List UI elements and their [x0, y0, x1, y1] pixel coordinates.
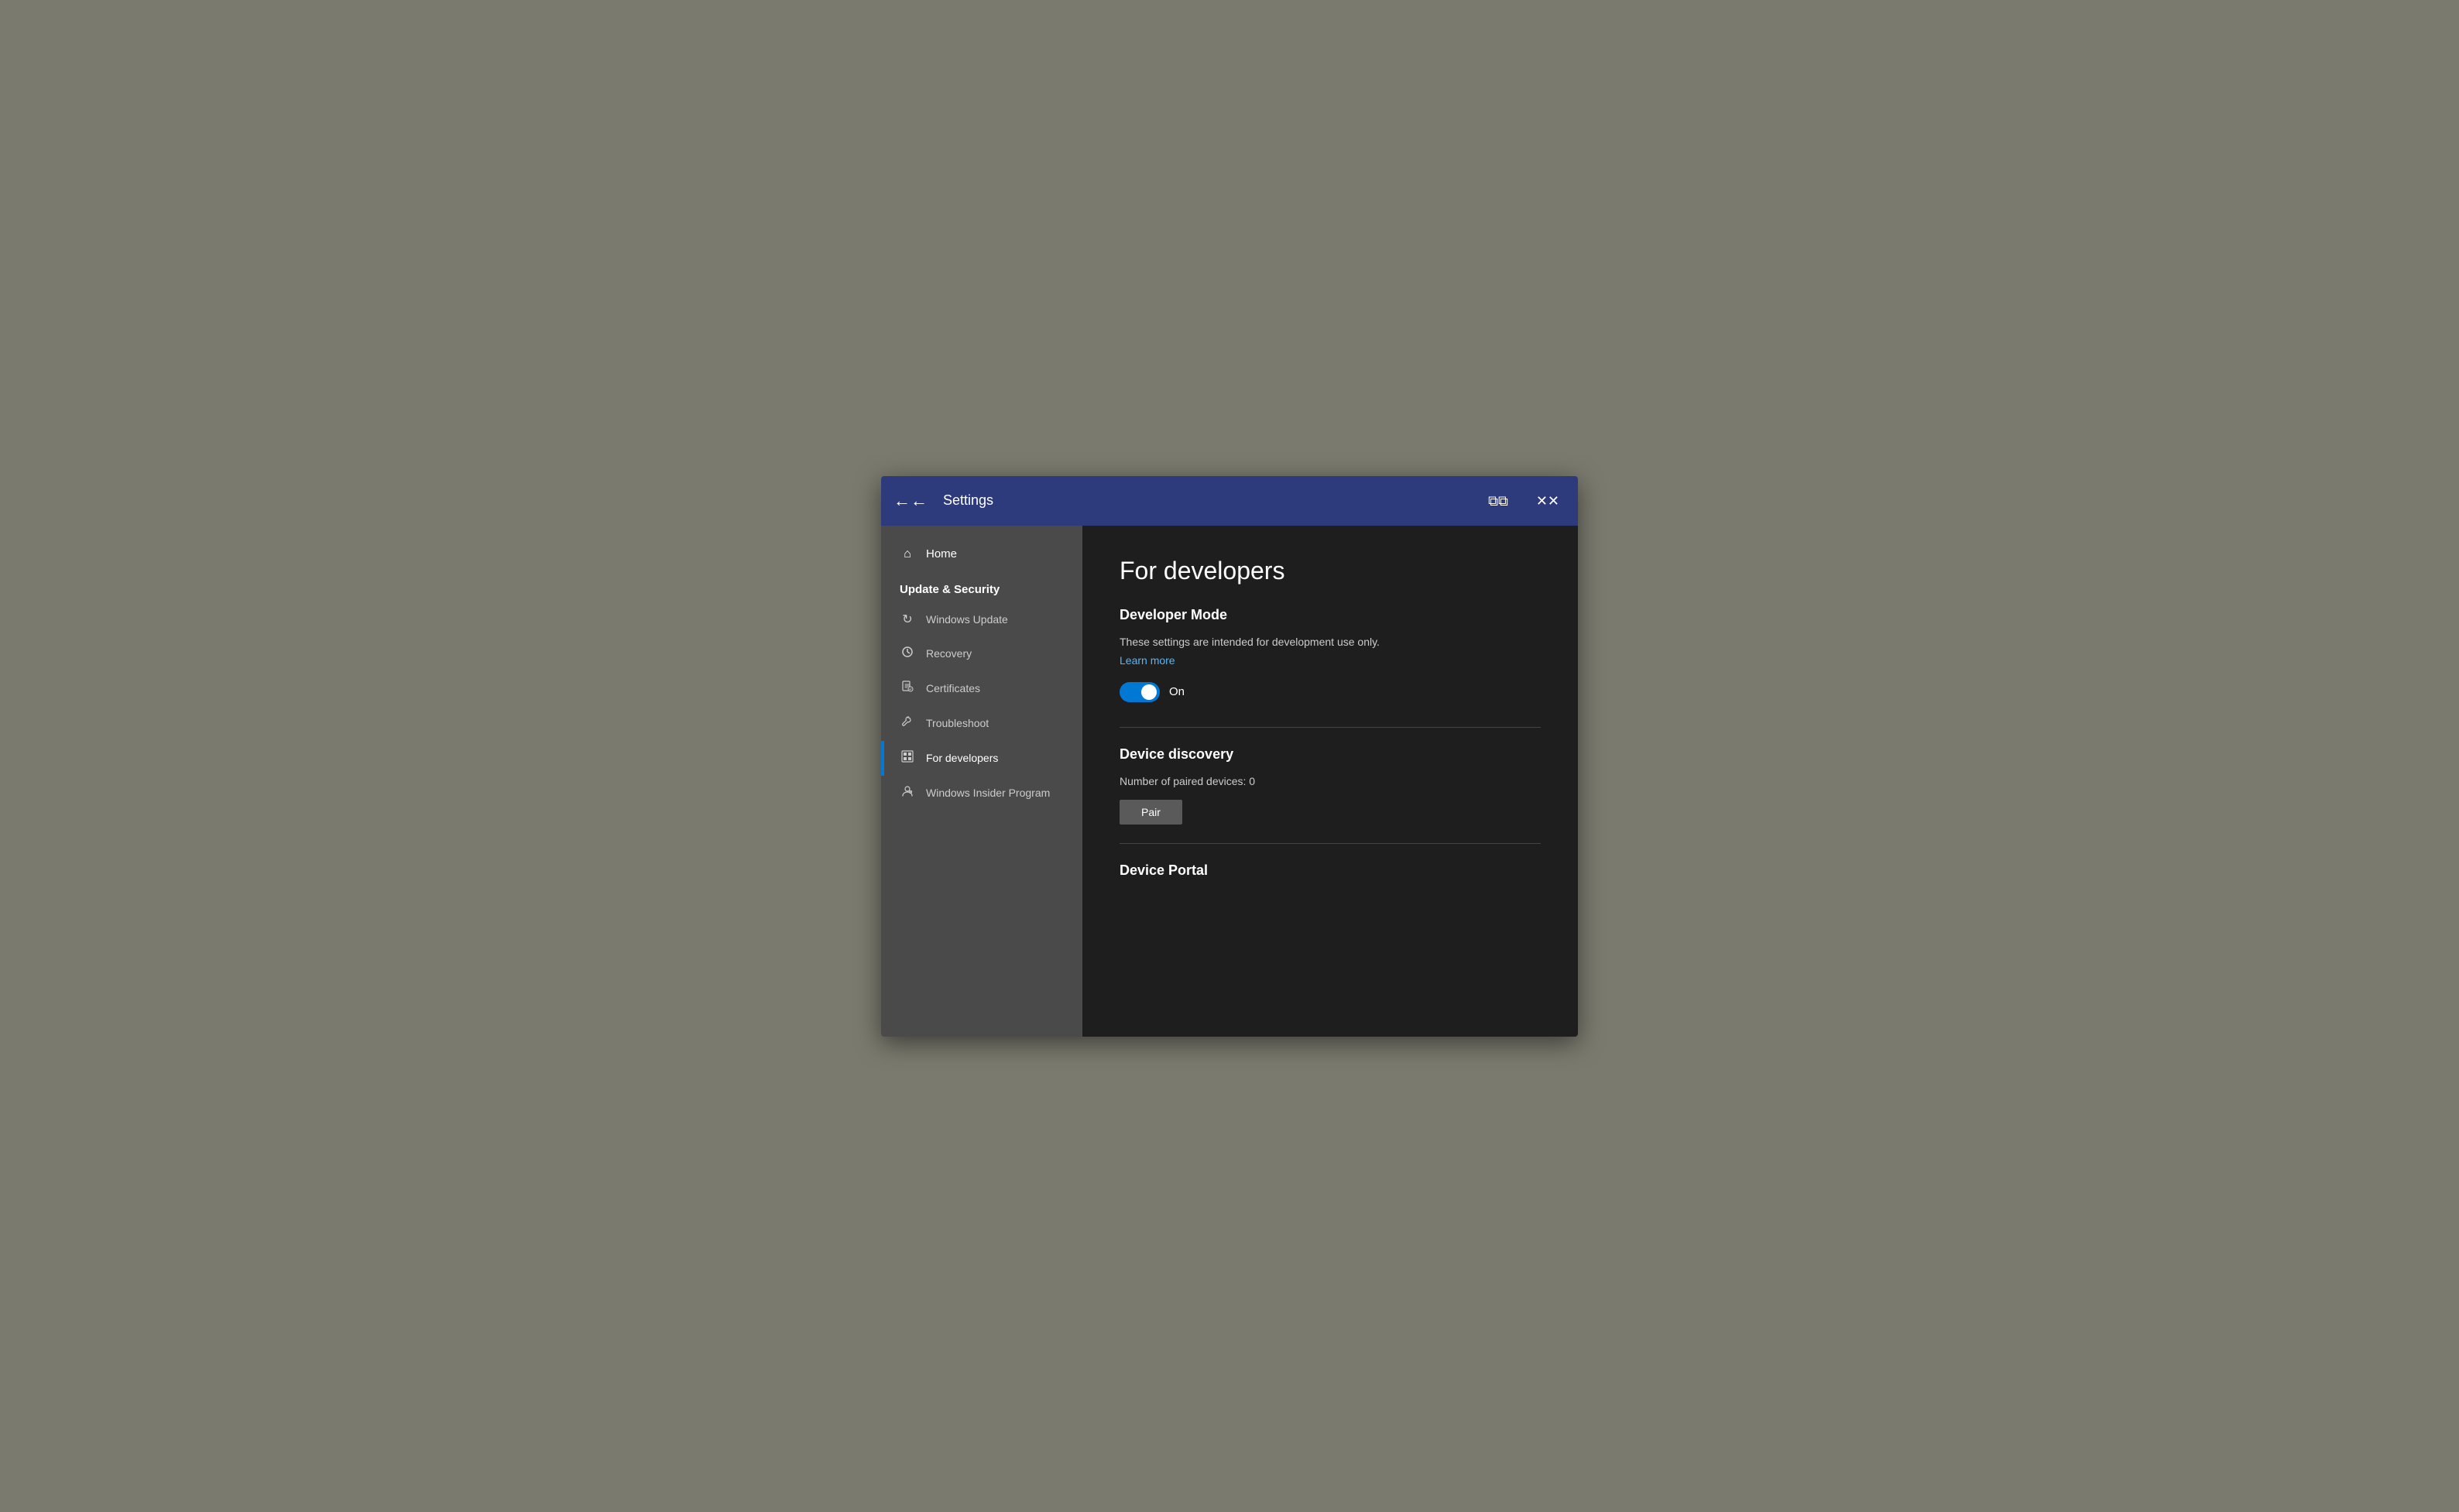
- device-portal-section: Device Portal: [1120, 862, 1541, 879]
- learn-more-link[interactable]: Learn more: [1120, 654, 1175, 667]
- sidebar-item-troubleshoot[interactable]: Troubleshoot: [881, 706, 1082, 741]
- certificates-icon: [900, 681, 915, 697]
- sidebar-item-label: Certificates: [926, 682, 980, 694]
- device-discovery-heading: Device discovery: [1120, 746, 1541, 763]
- windows-insider-icon: [900, 785, 915, 801]
- developer-mode-toggle-row: On: [1120, 682, 1541, 702]
- back-button[interactable]: ←: [893, 492, 928, 509]
- toggle-state-label: On: [1169, 685, 1185, 698]
- sidebar-item-label: Windows Update: [926, 613, 1008, 626]
- pair-button[interactable]: Pair: [1120, 800, 1182, 825]
- device-discovery-section: Device discovery Number of paired device…: [1120, 746, 1541, 825]
- sidebar-item-label: Troubleshoot: [926, 717, 989, 729]
- sidebar-item-certificates[interactable]: Certificates: [881, 671, 1082, 706]
- section-divider-2: [1120, 843, 1541, 844]
- developer-mode-description: These settings are intended for developm…: [1120, 636, 1541, 648]
- home-label: Home: [926, 547, 957, 561]
- developer-mode-toggle[interactable]: [1120, 682, 1160, 702]
- recovery-icon: [900, 646, 915, 662]
- main-content: For developers Developer Mode These sett…: [1082, 526, 1578, 1037]
- device-portal-heading: Device Portal: [1120, 862, 1541, 879]
- sidebar-item-for-developers[interactable]: For developers: [881, 741, 1082, 776]
- window-title: Settings: [943, 492, 1482, 509]
- titlebar: ← Settings ⧉ ✕: [881, 476, 1578, 526]
- sidebar: ⌂ Home Update & Security ↻ Windows Updat…: [881, 526, 1082, 1037]
- sidebar-item-label: Recovery: [926, 647, 972, 660]
- sidebar-item-windows-insider[interactable]: Windows Insider Program: [881, 776, 1082, 811]
- sidebar-item-label: For developers: [926, 752, 998, 764]
- home-icon: ⌂: [900, 547, 915, 561]
- settings-window: ← Settings ⧉ ✕ ⌂ Home Update & Security …: [881, 476, 1578, 1037]
- troubleshoot-icon: [900, 715, 915, 732]
- window-controls: ⧉ ✕: [1482, 491, 1566, 511]
- toggle-thumb: [1141, 684, 1157, 700]
- windows-update-icon: ↻: [900, 612, 915, 627]
- section-divider: [1120, 727, 1541, 728]
- for-developers-icon: [900, 750, 915, 766]
- developer-mode-section: Developer Mode These settings are intend…: [1120, 607, 1541, 702]
- close-button[interactable]: ✕: [1530, 491, 1566, 511]
- sidebar-item-home[interactable]: ⌂ Home: [881, 538, 1082, 571]
- window-body: ⌂ Home Update & Security ↻ Windows Updat…: [881, 526, 1578, 1037]
- developer-mode-heading: Developer Mode: [1120, 607, 1541, 623]
- sidebar-item-recovery[interactable]: Recovery: [881, 636, 1082, 671]
- sidebar-item-windows-update[interactable]: ↻ Windows Update: [881, 602, 1082, 636]
- paired-devices-count: Number of paired devices: 0: [1120, 775, 1541, 787]
- sidebar-section-title: Update & Security: [881, 571, 1082, 602]
- sidebar-item-label: Windows Insider Program: [926, 787, 1050, 799]
- page-title: For developers: [1120, 557, 1541, 585]
- restore-button[interactable]: ⧉: [1482, 491, 1514, 511]
